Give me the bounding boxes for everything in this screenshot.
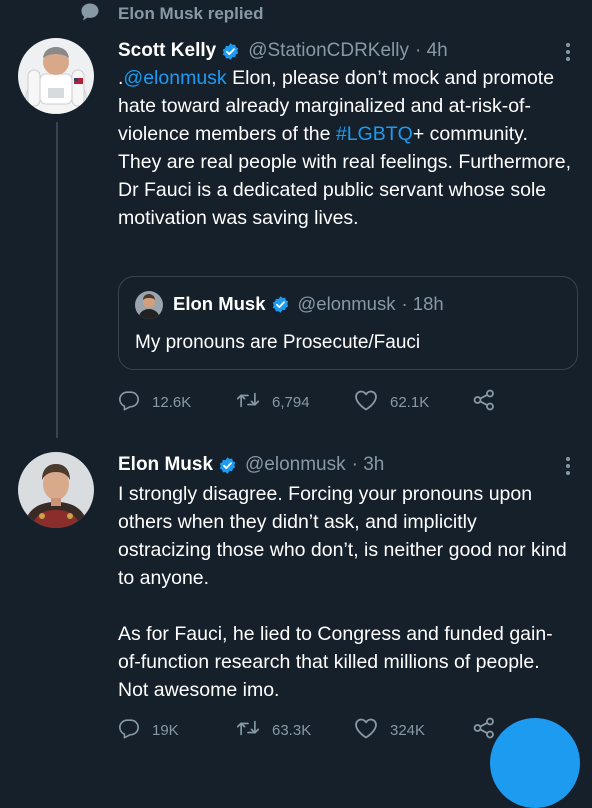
tweet-scott-kelly[interactable]: Scott Kelly @StationCDRKelly · 4h .@elon…	[0, 36, 592, 436]
like-button[interactable]: 324K	[354, 717, 472, 743]
more-options-icon[interactable]	[558, 40, 578, 64]
retweet-icon	[236, 389, 272, 415]
avatar[interactable]	[18, 452, 94, 528]
retweet-button[interactable]: 63.3K	[236, 717, 354, 743]
reply-count: 12.6K	[152, 393, 192, 411]
reply-icon	[118, 389, 152, 415]
tweet-text: .@elonmusk Elon, please don’t mock and p…	[118, 64, 576, 232]
verified-badge-icon	[221, 42, 240, 61]
quote-author-name: Elon Musk	[173, 293, 266, 314]
tweet-timestamp[interactable]: · 3h	[352, 454, 385, 476]
author-handle[interactable]: @elonmusk	[245, 454, 346, 476]
author-name[interactable]: Elon Musk	[118, 454, 213, 476]
social-context[interactable]: Elon Musk replied	[80, 2, 263, 26]
retweet-count: 63.3K	[272, 721, 312, 739]
retweet-count: 6,794	[272, 393, 310, 411]
reply-button[interactable]: 19K	[118, 717, 236, 743]
author-name[interactable]: Scott Kelly	[118, 40, 216, 62]
verified-badge-icon	[218, 456, 237, 475]
avatar[interactable]	[18, 38, 94, 114]
verified-badge-icon	[271, 295, 290, 314]
heart-icon	[354, 389, 390, 415]
quote-timestamp: · 18h	[401, 293, 444, 314]
tweet-paragraph: I strongly disagree. Forcing your pronou…	[118, 483, 567, 589]
hashtag-link[interactable]: #LGBTQ	[336, 123, 413, 145]
tweet-actions: 12.6K 6,794 62.1K	[118, 388, 576, 416]
reply-count: 19K	[152, 721, 179, 739]
like-count: 324K	[390, 721, 426, 739]
quote-author-handle: @elonmusk	[297, 293, 396, 314]
reply-icon	[118, 717, 152, 743]
tweet-elon-musk[interactable]: Elon Musk @elonmusk · 3h I strongly disa…	[0, 450, 592, 747]
retweet-icon	[236, 717, 272, 743]
like-count: 62.1K	[390, 393, 430, 411]
tweet-paragraph: As for Fauci, he lied to Congress and fu…	[118, 623, 553, 701]
context-label: Elon Musk replied	[118, 4, 264, 23]
heart-icon	[354, 717, 390, 743]
quote-text: My pronouns are Prosecute/Fauci	[135, 332, 421, 353]
share-button[interactable]	[472, 389, 508, 415]
reply-button[interactable]: 12.6K	[118, 389, 236, 415]
quote-avatar	[135, 291, 163, 319]
mention-link[interactable]: @elonmusk	[123, 67, 226, 89]
quoted-tweet[interactable]: Elon Musk @elonmusk · 18h My pronouns ar…	[118, 276, 578, 370]
retweet-button[interactable]: 6,794	[236, 389, 354, 415]
tweet-text: I strongly disagree. Forcing your pronou…	[118, 480, 568, 704]
share-icon	[472, 389, 508, 415]
speech-bubble-icon	[80, 2, 100, 27]
tweet-header: Scott Kelly @StationCDRKelly · 4h	[118, 40, 448, 62]
quote-header: Elon Musk @elonmusk · 18h	[173, 293, 444, 315]
compose-tweet-button[interactable]	[490, 718, 580, 808]
more-options-icon[interactable]	[558, 454, 578, 478]
like-button[interactable]: 62.1K	[354, 389, 472, 415]
author-handle[interactable]: @StationCDRKelly	[248, 40, 409, 62]
tweet-timestamp[interactable]: · 4h	[415, 40, 448, 62]
tweet-header: Elon Musk @elonmusk · 3h	[118, 454, 384, 476]
